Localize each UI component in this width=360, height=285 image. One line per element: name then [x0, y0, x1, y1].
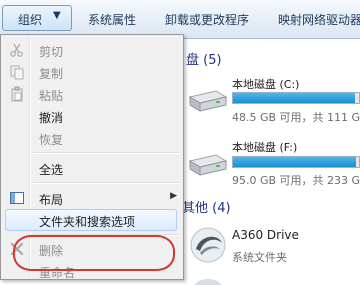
menu-item-redo[interactable]: 恢复	[3, 127, 181, 149]
drive-f-usage-bar	[232, 156, 360, 168]
menu-separator	[33, 182, 179, 184]
menu-item-layout[interactable]: 布局 ▶	[3, 187, 181, 209]
drive-f-name[interactable]: 本地磁盘 (F:)	[232, 139, 297, 155]
partial-icon	[194, 279, 222, 285]
menu-item-cut[interactable]: 剪切	[3, 39, 181, 61]
a360-drive-title[interactable]: A360 Drive	[232, 228, 299, 242]
menu-item-cut-label: 剪切	[39, 45, 64, 59]
system-properties-button[interactable]: 系统属性	[88, 11, 136, 29]
menu-item-copy[interactable]: 复制	[3, 61, 181, 83]
layout-icon	[10, 192, 24, 204]
chevron-down-icon: ▼	[53, 10, 61, 21]
menu-item-redo-label: 恢复	[39, 133, 64, 147]
hard-drive-icon	[188, 90, 228, 112]
menu-item-select-all-label: 全选	[39, 163, 64, 177]
annotation-red-oval	[13, 235, 175, 271]
menu-item-layout-label: 布局	[39, 193, 64, 207]
drive-c-name[interactable]: 本地磁盘 (C:)	[232, 76, 299, 92]
a360-drive-icon	[190, 227, 226, 263]
organize-label: 组织	[18, 13, 43, 27]
explorer-content: 盘 (5) 本地磁盘 (C:) 48.5 GB 可用，共 111 G 本地磁盘 …	[176, 39, 360, 285]
uninstall-program-button[interactable]: 卸载或更改程序	[165, 11, 249, 29]
drive-f-usage-fill	[233, 157, 357, 167]
menu-item-folder-options[interactable]: 文件夹和搜索选项	[3, 209, 181, 231]
menu-separator	[33, 152, 179, 154]
menu-item-folder-options-label: 文件夹和搜索选项	[39, 215, 136, 229]
drive-c-usage-bar	[232, 92, 360, 104]
organize-menu: 剪切 复制 粘贴 撤消 恢复 全选 布局 ▶ 文件夹和搜索选项 删除 重命名	[0, 34, 184, 280]
menu-item-undo[interactable]: 撤消	[3, 105, 181, 127]
menu-item-paste[interactable]: 粘贴	[3, 83, 181, 105]
map-network-drive-button[interactable]: 映射网络驱动器	[278, 11, 360, 29]
copy-icon	[10, 65, 24, 80]
submenu-arrow-icon: ▶	[170, 191, 177, 201]
drive-f-info: 95.0 GB 可用，共 233 G	[232, 174, 360, 187]
paste-icon	[11, 86, 23, 102]
hard-drive-icon	[188, 154, 228, 176]
scissors-icon	[10, 43, 23, 57]
menu-item-copy-label: 复制	[39, 67, 64, 81]
a360-drive-subtitle: 系统文件夹	[232, 251, 287, 264]
menu-item-undo-label: 撤消	[39, 111, 64, 125]
hard-disks-header[interactable]: 盘 (5)	[186, 49, 222, 68]
menu-item-select-all[interactable]: 全选	[3, 157, 181, 179]
drive-c-usage-fill	[233, 93, 356, 103]
organize-button[interactable]: 组织 ▼	[2, 5, 72, 31]
other-header[interactable]: 其他 (4)	[182, 197, 231, 216]
drive-c-info: 48.5 GB 可用，共 111 G	[232, 111, 360, 124]
menu-item-paste-label: 粘贴	[39, 89, 64, 103]
